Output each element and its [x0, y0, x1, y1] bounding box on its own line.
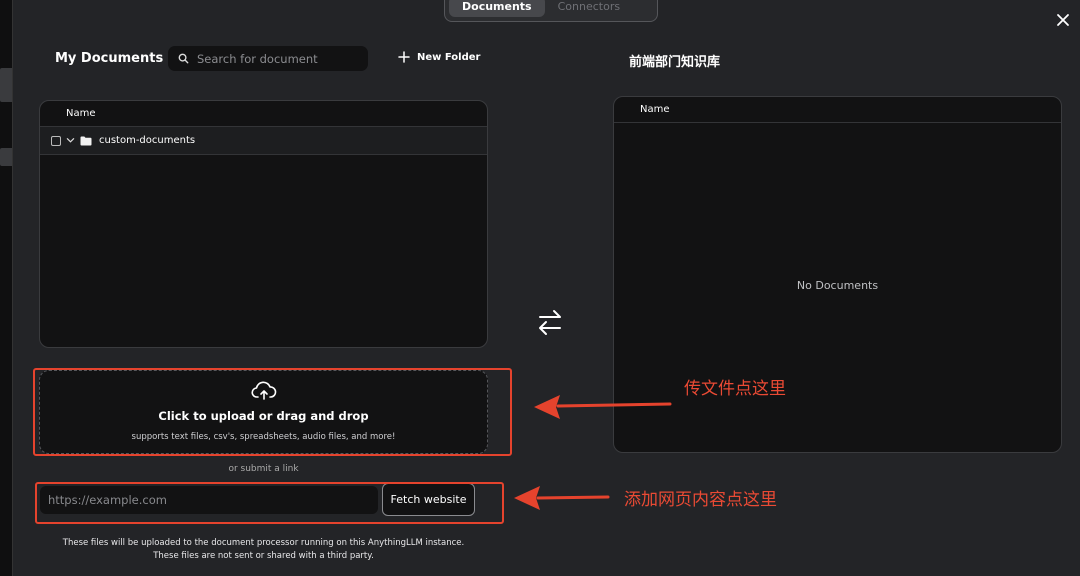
folder-row[interactable]: custom-documents	[40, 127, 487, 155]
upload-highlight-box	[33, 368, 512, 456]
search-icon	[178, 53, 189, 64]
close-icon	[1057, 14, 1069, 26]
plus-icon	[398, 51, 410, 63]
link-highlight-box	[35, 482, 504, 524]
search-input[interactable]	[197, 51, 357, 66]
search-box[interactable]	[168, 46, 368, 71]
row-checkbox[interactable]	[51, 135, 61, 146]
close-button[interactable]	[1056, 12, 1074, 30]
privacy-note: These files will be uploaded to the docu…	[30, 537, 497, 563]
folder-name: custom-documents	[99, 135, 196, 146]
link-annotation-text: 添加网页内容点这里	[624, 490, 777, 510]
link-annotation-arrow-icon	[514, 486, 610, 510]
upload-annotation-text: 传文件点这里	[684, 379, 786, 399]
new-folder-label: New Folder	[417, 51, 481, 63]
tab-documents[interactable]: Documents	[449, 0, 545, 17]
new-folder-button[interactable]: New Folder	[398, 51, 480, 63]
my-documents-panel: Name custom-documents	[39, 100, 488, 348]
or-submit-link-label: or submit a link	[228, 464, 299, 474]
chevron-down-icon[interactable]	[66, 136, 75, 145]
workspace-column-header-name: Name	[614, 97, 1061, 123]
privacy-note-line2: These files are not sent or shared with …	[153, 551, 374, 561]
privacy-note-line1: These files will be uploaded to the docu…	[62, 538, 465, 548]
column-header-name: Name	[40, 101, 487, 127]
upload-annotation-arrow-icon	[534, 395, 672, 419]
swap-arrows-icon[interactable]	[536, 308, 564, 336]
tab-data-connectors[interactable]: Data Connectors	[545, 0, 653, 17]
workspace-documents-panel: Name No Documents	[613, 96, 1062, 453]
empty-state-text: No Documents	[796, 279, 879, 292]
my-documents-title: My Documents	[55, 51, 164, 66]
tab-bar: Documents Data Connectors	[444, 0, 658, 22]
folder-icon	[80, 136, 92, 145]
workspace-title: 前端部门知识库	[629, 55, 721, 70]
